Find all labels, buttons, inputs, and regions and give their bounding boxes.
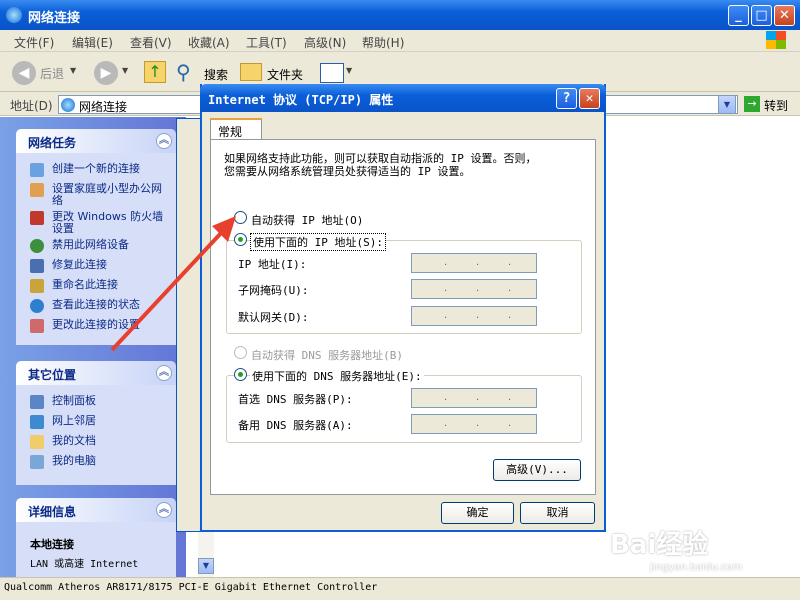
annotation-arrow — [110, 216, 236, 352]
watermark: Bai经验 jingyan.baidu.com — [610, 518, 790, 578]
arrow-line — [110, 230, 224, 352]
watermark-brand: Bai经验 — [610, 530, 709, 560]
watermark-url: jingyan.baidu.com — [650, 562, 743, 573]
